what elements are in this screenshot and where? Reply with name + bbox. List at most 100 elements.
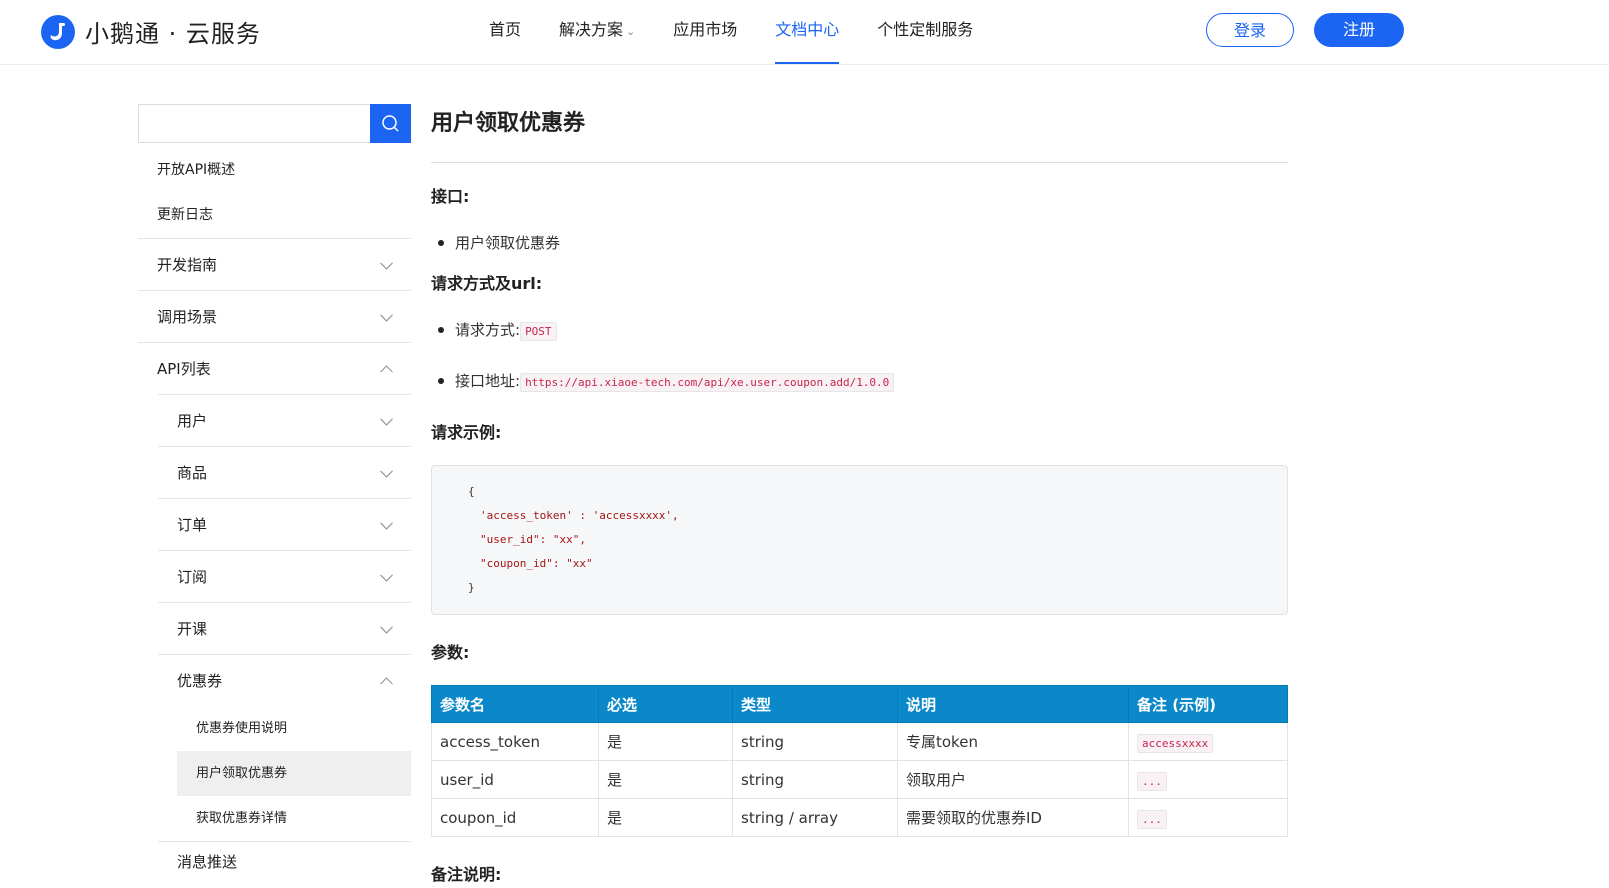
register-button[interactable]: 注册 (1314, 13, 1404, 47)
sidebar-sub-label: 订阅 (177, 568, 208, 586)
sidebar-group-dev-guide[interactable]: 开发指南 (138, 238, 411, 290)
param-desc: 领取用户 (897, 760, 1129, 799)
page-title: 用户领取优惠券 (431, 111, 586, 136)
param-note: accessxxxx (1137, 733, 1214, 753)
table-row: user_id 是 string 领取用户 ... (431, 760, 1288, 799)
sidebar-leaf-coupon-usage[interactable]: 优惠券使用说明 (177, 706, 411, 751)
sidebar-sub-coupon[interactable]: 优惠券 (158, 654, 411, 706)
sidebar-sub-label: 订单 (177, 516, 208, 534)
sidebar-group-scenarios[interactable]: 调用场景 (138, 290, 411, 342)
nav-solutions-label: 解决方案 (559, 20, 624, 39)
col-header: 必选 (598, 685, 733, 723)
param-name: access_token (431, 722, 599, 761)
code-block: { 'access_token' : 'accessxxxx', "user_i… (431, 465, 1288, 615)
sidebar-group-api-list[interactable]: API列表 (138, 342, 411, 394)
code-line: "coupon_id": "xx" (480, 557, 593, 570)
params-table: 参数名 必选 类型 说明 备注 (示例) access_token 是 stri… (431, 685, 1288, 837)
method-label: 请求方式: (455, 321, 521, 339)
login-button[interactable]: 登录 (1206, 13, 1294, 47)
divider (431, 162, 1288, 163)
param-desc: 专属token (897, 722, 1129, 761)
nav-solutions[interactable]: 解决方案 ⌄ (559, 0, 635, 64)
sidebar-sub-order[interactable]: 订单 (158, 498, 411, 550)
param-note: ... (1137, 771, 1167, 791)
col-header: 备注 (示例) (1128, 685, 1288, 723)
method-heading: 请求方式及url: (431, 274, 543, 293)
sidebar-group-label: API列表 (157, 360, 211, 378)
col-header: 参数名 (431, 685, 599, 723)
code-line: { (468, 485, 475, 498)
col-header: 类型 (732, 685, 898, 723)
chevron-down-icon (380, 412, 393, 426)
sidebar-item-changelog[interactable]: 更新日志 (138, 193, 411, 238)
sidebar-sub-label: 商品 (177, 464, 208, 482)
sidebar-sub-goods[interactable]: 商品 (158, 446, 411, 498)
param-name: user_id (431, 760, 599, 799)
doc-content: 用户领取优惠券 接口: 用户领取优惠券 请求方式及url: 请求方式: POST … (431, 100, 1288, 885)
url-value: https://api.xiaoe-tech.com/api/xe.user.c… (520, 373, 895, 392)
url-label: 接口地址: (455, 372, 521, 390)
doc-sidebar: 开放API概述 更新日志 开发指南 调用场景 API列表 用户 商品 订单 订阅… (138, 148, 411, 871)
param-name: coupon_id (431, 798, 599, 837)
code-line: "user_id": "xx", (480, 533, 586, 546)
nav-app-market[interactable]: 应用市场 (673, 0, 737, 64)
remarks-heading: 备注说明: (431, 865, 502, 884)
table-row: access_token 是 string 专属token accessxxxx (431, 722, 1288, 761)
param-note-cell: accessxxxx (1128, 722, 1288, 761)
search-input[interactable] (138, 104, 370, 143)
param-required: 是 (598, 760, 733, 799)
goose-logo-icon (41, 14, 75, 49)
nav-custom-service[interactable]: 个性定制服务 (877, 0, 973, 64)
method-value: POST (520, 322, 557, 341)
sidebar-sub-label: 优惠券 (177, 672, 223, 690)
sidebar-group-label: 调用场景 (157, 308, 218, 326)
sidebar-item-api-overview[interactable]: 开放API概述 (138, 148, 411, 193)
chevron-down-icon (380, 568, 393, 582)
table-header-row: 参数名 必选 类型 说明 备注 (示例) (431, 685, 1288, 723)
chevron-down-icon (380, 620, 393, 634)
list-item: 接口地址: https://api.xiaoe-tech.com/api/xe.u… (431, 370, 1288, 392)
param-note-cell: ... (1128, 798, 1288, 837)
sidebar-sub-course[interactable]: 开课 (158, 602, 411, 654)
nav-docs[interactable]: 文档中心 (775, 0, 840, 64)
sidebar-sub-label: 开课 (177, 620, 208, 638)
list-item: 请求方式: POST (431, 319, 1288, 341)
sidebar-leaf-user-claim-coupon[interactable]: 用户领取优惠券 (177, 751, 411, 796)
top-header: 小鹅通 · 云服务 首页 解决方案 ⌄ 应用市场 文档中心 个性定制服务 登录 注… (0, 0, 1609, 65)
code-line: } (468, 581, 475, 594)
doc-search (138, 104, 411, 143)
sidebar-group-label: 开发指南 (157, 256, 218, 274)
param-type: string (732, 760, 898, 799)
chevron-down-icon: ⌄ (626, 25, 636, 38)
param-note-cell: ... (1128, 760, 1288, 799)
col-header: 说明 (897, 685, 1129, 723)
nav-home[interactable]: 首页 (489, 0, 521, 64)
table-row: coupon_id 是 string / array 需要领取的优惠券ID ..… (431, 798, 1288, 837)
interface-heading: 接口: (431, 187, 470, 206)
brand-name: 小鹅通 · 云服务 (85, 20, 261, 48)
main-nav: 首页 解决方案 ⌄ 应用市场 文档中心 个性定制服务 (489, 0, 1011, 64)
param-desc: 需要领取的优惠券ID (897, 798, 1129, 837)
search-icon (382, 115, 399, 132)
sidebar-sub-user[interactable]: 用户 (158, 394, 411, 446)
param-note: ... (1137, 809, 1167, 829)
param-type: string (732, 722, 898, 761)
param-required: 是 (598, 722, 733, 761)
example-heading: 请求示例: (431, 423, 502, 442)
chevron-down-icon (380, 464, 393, 478)
list-item: 用户领取优惠券 (431, 232, 1288, 253)
chevron-up-icon (380, 364, 393, 378)
param-type: string / array (732, 798, 898, 837)
chevron-down-icon (380, 308, 393, 322)
sidebar-sub-label: 用户 (177, 412, 208, 430)
sidebar-sub-message-push[interactable]: 消息推送 (158, 841, 411, 871)
chevron-down-icon (380, 516, 393, 530)
sidebar-leaf-coupon-detail[interactable]: 获取优惠券详情 (177, 796, 411, 841)
search-button[interactable] (370, 104, 411, 143)
sidebar-sub-subscription[interactable]: 订阅 (158, 550, 411, 602)
params-heading: 参数: (431, 643, 470, 662)
brand-logo[interactable]: 小鹅通 · 云服务 (41, 14, 261, 49)
param-required: 是 (598, 798, 733, 837)
chevron-up-icon (380, 676, 393, 690)
interface-name: 用户领取优惠券 (455, 234, 561, 252)
